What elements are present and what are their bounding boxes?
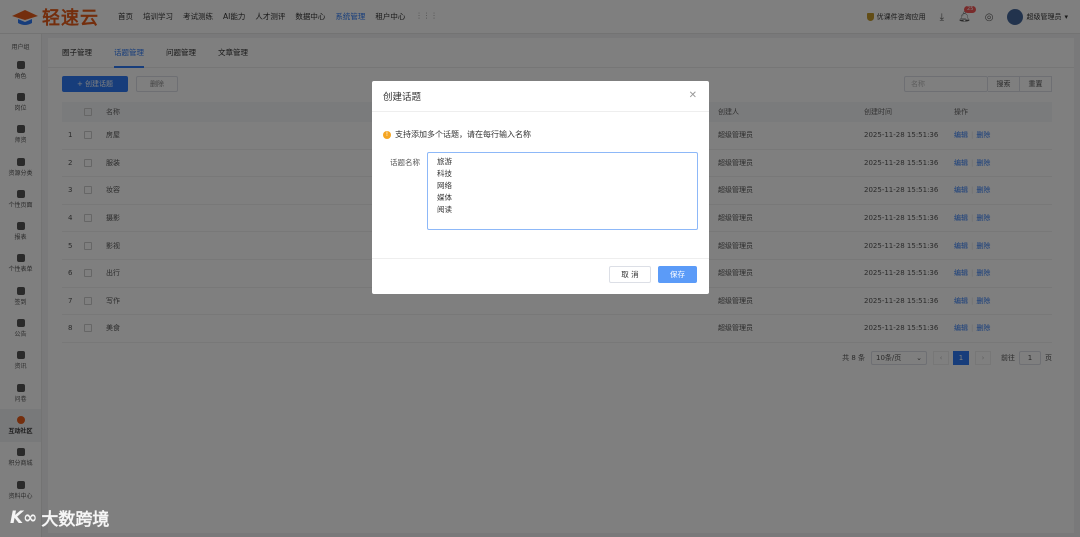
tip-text: 支持添加多个话题，请在每行输入名称 [395, 130, 531, 139]
dialog-footer: 取 消 保存 [372, 258, 709, 294]
dialog-header: 创建话题 ✕ [372, 81, 709, 112]
watermark-logo-icon: K∞ [10, 507, 38, 528]
create-topic-dialog: 创建话题 ✕ ! 支持添加多个话题，请在每行输入名称 话题名称 旅游 科技 网络… [372, 81, 709, 294]
watermark: K∞ 大数跨境 [10, 505, 110, 531]
save-button[interactable]: 保存 [658, 266, 697, 283]
cancel-button[interactable]: 取 消 [609, 266, 651, 283]
dialog-title: 创建话题 [383, 92, 422, 103]
topic-name-label: 话题名称 [390, 158, 420, 167]
topic-names-textarea[interactable]: 旅游 科技 网络 媒体 阅读 [427, 152, 698, 230]
close-icon[interactable]: ✕ [689, 90, 697, 101]
dialog-tip: ! 支持添加多个话题，请在每行输入名称 [383, 129, 531, 140]
watermark-text: 大数跨境 [41, 510, 110, 530]
info-icon: ! [383, 130, 391, 139]
